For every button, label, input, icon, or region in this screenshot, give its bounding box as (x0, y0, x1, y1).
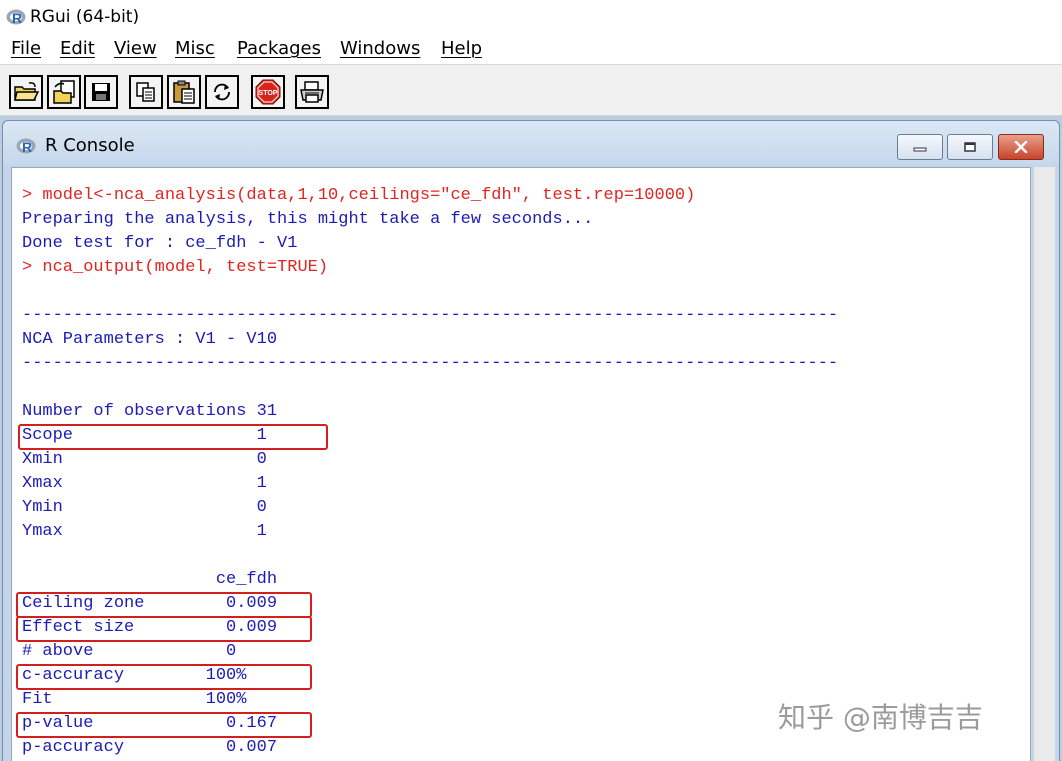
toolbar: STOP (0, 64, 1062, 116)
console-line: Ymax 1 (22, 522, 267, 541)
close-button[interactable] (998, 134, 1044, 160)
r-console-window: R R Console > model<-nca_analysis(data,1… (2, 120, 1060, 761)
console-line: ----------------------------------------… (22, 354, 839, 373)
console-line: Fit 100% (22, 690, 247, 709)
paste-icon (173, 80, 195, 104)
save-workspace-button[interactable] (84, 75, 118, 109)
r-logo-icon: R (6, 9, 26, 26)
svg-text:R: R (12, 10, 22, 26)
console-title: R Console (45, 135, 135, 156)
menu-misc[interactable]: Misc (175, 37, 215, 61)
console-line: # above 0 (22, 642, 237, 661)
save-icon (92, 83, 110, 101)
menu-packages[interactable]: Packages (237, 37, 321, 61)
copy-button[interactable] (129, 75, 163, 109)
app-titlebar: R RGui (64-bit) (0, 0, 1062, 34)
mdi-workspace: R R Console > model<-nca_analysis(data,1… (0, 116, 1062, 761)
console-line: ce_fdh (22, 570, 278, 589)
menu-help[interactable]: Help (441, 37, 482, 61)
copy-and-paste-button[interactable] (205, 75, 239, 109)
menu-view[interactable]: View (114, 37, 157, 61)
console-line: Xmin 0 (22, 450, 267, 469)
svg-text:R: R (22, 139, 32, 155)
console-line: Xmax 1 (22, 474, 267, 493)
console-line: p-accuracy 0.007 (22, 738, 278, 757)
stop-computation-button[interactable]: STOP (251, 75, 285, 109)
r-logo-icon: R (16, 138, 36, 155)
console-titlebar[interactable]: R R Console (3, 121, 1059, 165)
refresh-icon (214, 83, 230, 101)
maximize-button[interactable] (947, 134, 993, 160)
watermark: 知乎 @南博吉吉 (778, 701, 983, 734)
load-workspace-icon (53, 80, 75, 104)
open-script-button[interactable] (9, 75, 43, 109)
console-line: NCA Parameters : V1 - V10 (22, 330, 278, 349)
app-title: RGui (64-bit) (30, 7, 140, 27)
highlight-scope (18, 424, 328, 450)
console-output-area[interactable]: > model<-nca_analysis(data,1,10,ceilings… (11, 167, 1031, 761)
menu-windows[interactable]: Windows (340, 37, 420, 61)
highlight-p-value (16, 712, 312, 738)
highlight-c-accuracy (16, 664, 312, 690)
console-line: > nca_output(model, test=TRUE) (22, 258, 329, 277)
highlight-ceiling-zone (16, 592, 312, 618)
restore-icon (964, 142, 976, 152)
console-line: Preparing the analysis, this might take … (22, 210, 594, 229)
paste-button[interactable] (167, 75, 201, 109)
console-line: Ymin 0 (22, 498, 267, 517)
close-icon (1014, 141, 1028, 153)
minimize-button[interactable] (897, 134, 943, 160)
stop-icon-label: STOP (259, 90, 278, 97)
minimize-icon (913, 147, 927, 152)
highlight-effect-size (16, 616, 312, 642)
console-line: Number of observations 31 (22, 402, 278, 421)
menu-file[interactable]: File (11, 37, 41, 61)
menu-bar: File Edit View Misc Packages Windows Hel… (0, 34, 1062, 64)
copy-icon (136, 82, 155, 102)
menu-edit[interactable]: Edit (60, 37, 95, 61)
console-scrollbar[interactable] (1033, 167, 1055, 761)
load-workspace-button[interactable] (47, 75, 81, 109)
print-icon (300, 81, 324, 103)
console-line: > model<-nca_analysis(data,1,10,ceilings… (22, 186, 696, 205)
console-line: Done test for : ce_fdh - V1 (22, 234, 298, 253)
open-folder-icon (14, 82, 39, 101)
print-button[interactable] (295, 75, 329, 109)
stop-icon: STOP (255, 79, 281, 105)
console-line: ----------------------------------------… (22, 306, 839, 325)
